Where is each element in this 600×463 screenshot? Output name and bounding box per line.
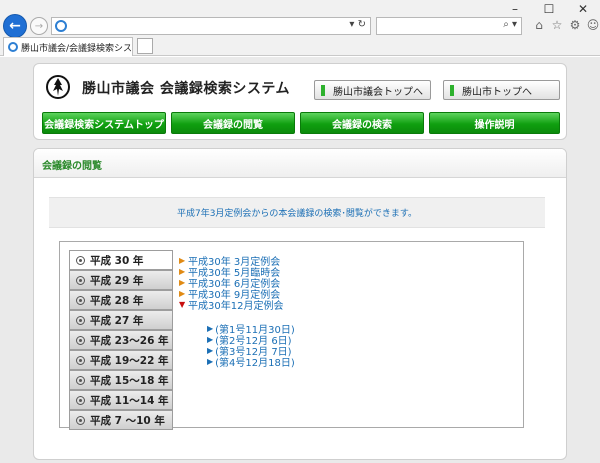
radio-dot-icon	[76, 255, 85, 265]
tab-favicon-icon	[8, 42, 18, 52]
year-tab-label: 平成 29 年	[90, 274, 144, 287]
web-page: 勝山市議会 会議録検索システム 勝山市議会トップへ 勝山市トップへ 会議録検索シ…	[0, 57, 600, 463]
close-button[interactable]: ✕	[566, 0, 600, 18]
address-bar[interactable]: ▾ ↻	[51, 17, 371, 35]
issue-link-4[interactable]: ▶ (第4号12月18日)	[207, 354, 295, 369]
notice-text: 平成7年3月定例会からの本会議録の検索･閲覧ができます。	[176, 209, 418, 219]
section-title: 会議録の閲覧	[42, 161, 102, 172]
year-tab-label: 平成 19～22 年	[90, 354, 169, 367]
radio-dot-icon	[76, 415, 85, 425]
year-tab-h11-14[interactable]: 平成 11～14 年	[69, 390, 173, 410]
radio-dot-icon	[76, 375, 85, 385]
section-header: 会議録の閲覧	[34, 149, 566, 178]
city-top-label: 勝山市トップへ	[462, 86, 532, 98]
issue-arrow-icon: ▶	[207, 357, 214, 366]
site-title: 勝山市議会 会議録検索システム	[82, 81, 290, 97]
radio-dot-icon	[76, 395, 85, 405]
browser-tab[interactable]: 勝山市議会/会議録検索シス... ✕	[3, 37, 133, 56]
year-tab-label: 平成 28 年	[90, 294, 144, 307]
maximize-button[interactable]: ☐	[532, 0, 566, 18]
ie-page-icon	[55, 20, 67, 32]
year-tab-label: 平成 27 年	[90, 314, 144, 327]
expanded-arrow-icon: ▼	[179, 300, 186, 309]
nav-system-top[interactable]: 会議録検索システムトップ	[42, 112, 166, 134]
year-tab-h19-22[interactable]: 平成 19～22 年	[69, 350, 173, 370]
forward-arrow-icon: →	[34, 20, 44, 32]
browser-chrome: – ☐ ✕ ← → ▾ ↻ ⌕ ▾ ⌂ ☆ ⚙ ☺ 勝山市議会/会議録検索シス.…	[0, 0, 600, 56]
toolbar-icons: ⌂ ☆ ⚙ ☺	[532, 17, 600, 33]
search-box[interactable]: ⌕ ▾	[376, 17, 522, 35]
council-top-label: 勝山市議会トップへ	[333, 86, 423, 98]
radio-dot-icon	[76, 335, 85, 345]
year-tab-h28[interactable]: 平成 28 年	[69, 290, 173, 310]
year-tab-h15-18[interactable]: 平成 15～18 年	[69, 370, 173, 390]
year-tab-label: 平成 7 ～10 年	[90, 414, 165, 427]
address-tools[interactable]: ▾ ↻	[349, 19, 366, 30]
year-tab-label: 平成 11～14 年	[90, 394, 169, 407]
notice-banner: 平成7年3月定例会からの本会議録の検索･閲覧ができます。	[49, 197, 545, 228]
new-tab-button[interactable]	[137, 38, 153, 54]
content-panel: 会議録の閲覧 平成7年3月定例会からの本会議録の検索･閲覧ができます。 平成 3…	[33, 148, 567, 460]
favorites-star-icon[interactable]: ☆	[550, 17, 564, 33]
feedback-smiley-icon[interactable]: ☺	[586, 17, 600, 33]
home-icon[interactable]: ⌂	[532, 17, 546, 33]
year-tab-h30[interactable]: 平成 30 年	[69, 250, 173, 270]
green-bar-icon	[321, 84, 325, 96]
year-tab-h7-10[interactable]: 平成 7 ～10 年	[69, 410, 173, 430]
council-top-link[interactable]: 勝山市議会トップへ	[314, 80, 431, 100]
year-tab-label: 平成 23～26 年	[90, 334, 169, 347]
year-tab-label: 平成 15～18 年	[90, 374, 169, 387]
minimize-button[interactable]: –	[498, 0, 532, 18]
city-top-link[interactable]: 勝山市トップへ	[443, 80, 560, 100]
settings-gear-icon[interactable]: ⚙	[568, 17, 582, 33]
site-header: 勝山市議会 会議録検索システム 勝山市議会トップへ 勝山市トップへ 会議録検索シ…	[33, 63, 567, 140]
radio-dot-icon	[76, 355, 85, 365]
session-label: 平成30年12月定例会	[188, 301, 284, 312]
radio-dot-icon	[76, 295, 85, 305]
year-tab-h23-26[interactable]: 平成 23～26 年	[69, 330, 173, 350]
forward-button[interactable]: →	[30, 17, 48, 35]
green-bar-icon	[450, 84, 454, 96]
radio-dot-icon	[76, 315, 85, 325]
radio-dot-icon	[76, 275, 85, 285]
minutes-browser: 平成 30 年 平成 29 年 平成 28 年 平成 27 年 平成 23～26…	[59, 241, 524, 430]
tab-title: 勝山市議会/会議録検索シス...	[21, 43, 133, 54]
back-button[interactable]: ←	[3, 14, 27, 38]
year-tab-h27[interactable]: 平成 27 年	[69, 310, 173, 330]
year-tab-label: 平成 30 年	[90, 254, 144, 267]
session-link-h30-12[interactable]: ▼ 平成30年12月定例会	[179, 297, 283, 312]
city-emblem-icon	[46, 75, 70, 99]
tab-divider	[172, 250, 173, 425]
nav-search-minutes[interactable]: 会議録の検索	[300, 112, 424, 134]
issue-label: (第4号12月18日)	[215, 358, 295, 369]
nav-browse-minutes[interactable]: 会議録の閲覧	[171, 112, 295, 134]
nav-help[interactable]: 操作説明	[429, 112, 560, 134]
year-tab-h29[interactable]: 平成 29 年	[69, 270, 173, 290]
search-icon[interactable]: ⌕ ▾	[503, 19, 517, 30]
back-arrow-icon: ←	[9, 18, 21, 34]
